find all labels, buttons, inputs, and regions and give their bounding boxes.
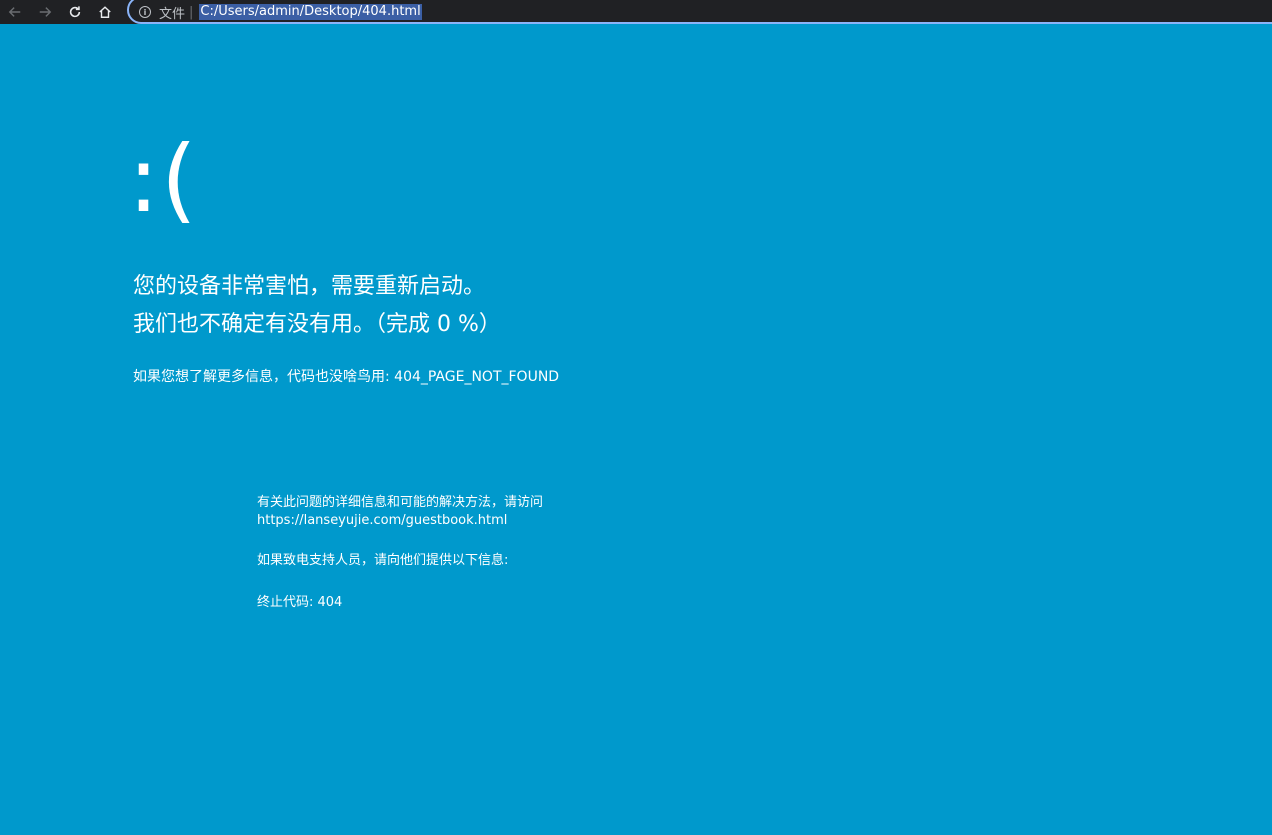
reload-icon[interactable] xyxy=(60,0,90,24)
details-url: https://lanseyujie.com/guestbook.html xyxy=(257,513,508,528)
info-icon[interactable]: i xyxy=(139,6,151,18)
support-text: 如果致电支持人员，请向他们提供以下信息: xyxy=(257,553,509,568)
bsod-page: :( 您的设备非常害怕，需要重新启动。 我们也不确定有没有用。（完成 0 %） … xyxy=(0,24,1272,835)
back-icon[interactable] xyxy=(0,0,30,24)
details-text: 有关此问题的详细信息和可能的解决方法，请访问 xyxy=(257,495,544,510)
url-text[interactable]: C:/Users/admin/Desktop/404.html xyxy=(199,4,422,20)
address-separator: | xyxy=(189,4,194,20)
headline-line2: 我们也不确定有没有用。（完成 0 %） xyxy=(133,312,501,337)
info-line: 如果您想了解更多信息，代码也没啥鸟用: 404_PAGE_NOT_FOUND xyxy=(133,369,560,385)
home-icon[interactable] xyxy=(90,0,120,24)
details-block: 有关此问题的详细信息和可能的解决方法，请访问 https://lanseyuji… xyxy=(257,494,543,530)
headline-line1: 您的设备非常害怕，需要重新启动。 xyxy=(133,274,486,299)
sad-face: :( xyxy=(128,126,199,233)
stop-code: 终止代码: 404 xyxy=(257,595,343,610)
scheme-label: 文件 xyxy=(159,6,186,22)
browser-toolbar: i 文件 | C:/Users/admin/Desktop/404.html xyxy=(0,0,1272,24)
forward-icon[interactable] xyxy=(30,0,60,24)
address-bar[interactable]: i 文件 | C:/Users/admin/Desktop/404.html xyxy=(127,0,1272,24)
